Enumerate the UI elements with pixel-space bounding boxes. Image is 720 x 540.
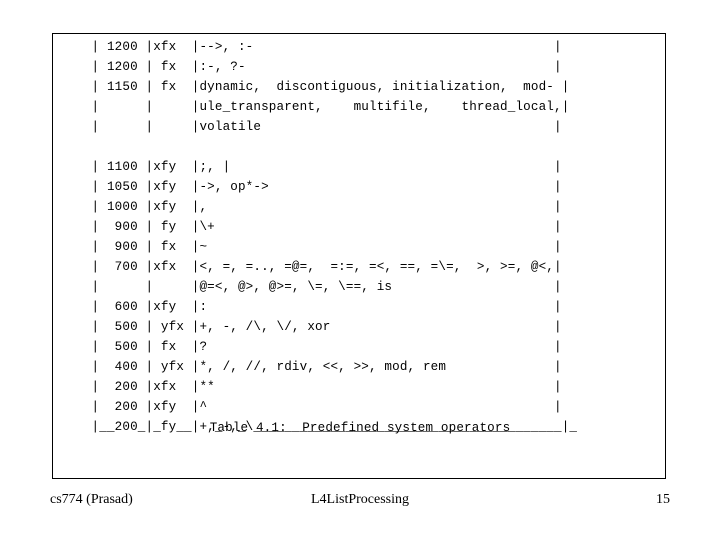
slide-page: | 1200 |xfx |-->, :- | | 1200 | fx |:-, … — [0, 0, 720, 540]
predefined-operators-ascii-table: | 1200 |xfx |-->, :- | | 1200 | fx |:-, … — [91, 40, 578, 434]
operators-table-box: | 1200 |xfx |-->, :- | | 1200 | fx |:-, … — [52, 33, 666, 479]
footer-topic-title: L4ListProcessing — [311, 492, 409, 507]
table-caption: Table 4.1: Predefined system operators — [209, 421, 511, 435]
footer-page-number: 15 — [656, 492, 670, 507]
slide-footer: cs774 (Prasad) L4ListProcessing 15 — [42, 490, 678, 514]
